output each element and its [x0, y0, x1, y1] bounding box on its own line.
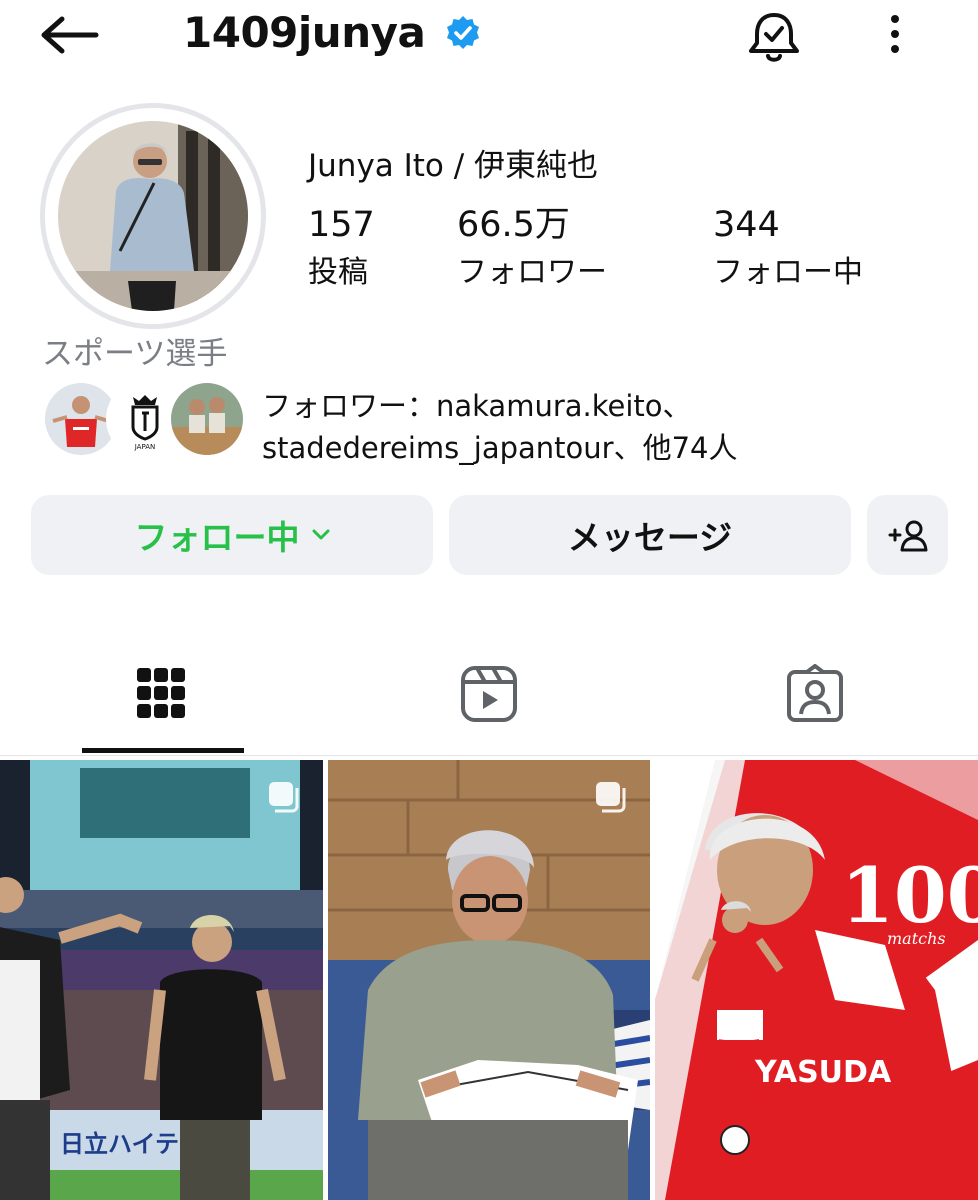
post-thumbnail[interactable]	[328, 760, 650, 1200]
posts-count-value: 157	[308, 205, 375, 245]
more-options-icon[interactable]	[880, 10, 910, 60]
profile-avatar[interactable]	[58, 121, 248, 311]
mutual-followers-line-1: フォロワー：nakamura.keito、	[262, 389, 692, 423]
mutual-followers-text[interactable]: フォロワー：nakamura.keito、 stadedereims_japan…	[262, 385, 962, 469]
following-count-value: 344	[713, 205, 780, 245]
followers-count-value: 66.5万	[457, 205, 570, 245]
following-button-label: フォロー中	[134, 518, 300, 557]
grid-icon	[134, 668, 188, 728]
profile-username: 1409junya	[183, 8, 426, 57]
top-bar: 1409junya	[0, 0, 978, 80]
message-button-label: メッセージ	[567, 518, 733, 557]
posts-count-label: 投稿	[308, 255, 368, 290]
tab-reels[interactable]	[459, 664, 519, 724]
reels-icon	[459, 666, 519, 728]
svg-text:JAPAN: JAPAN	[134, 443, 156, 451]
following-button[interactable]: フォロー中	[31, 495, 433, 575]
post-thumbnail[interactable]: 100 matchs YASUDA	[655, 760, 978, 1200]
svg-text:matchs: matchs	[887, 929, 946, 948]
svg-text:100: 100	[841, 851, 978, 940]
mutual-avatar	[168, 380, 246, 458]
following-count-label: フォロー中	[713, 255, 863, 290]
add-person-icon	[886, 517, 930, 553]
multi-photo-icon	[592, 778, 628, 814]
mutual-followers-line-2: stadedereims_japantour、他74人	[262, 431, 738, 465]
tagged-person-icon	[785, 664, 845, 728]
notification-bell-icon[interactable]	[744, 10, 804, 64]
tab-posts[interactable]	[134, 664, 194, 724]
mutual-followers-avatars[interactable]: JAPAN	[42, 380, 246, 460]
add-person-button[interactable]	[867, 495, 948, 575]
svg-text:YASUDA: YASUDA	[754, 1055, 892, 1090]
following-count[interactable]: 344 フォロー中	[713, 202, 863, 298]
posts-count[interactable]: 157 投稿	[308, 202, 375, 298]
tab-tagged[interactable]	[785, 664, 845, 724]
post-thumbnail[interactable]: 日立ハイテク	[0, 760, 323, 1200]
posts-grid: 日立ハイテク 100 matchs YASUDA	[0, 760, 978, 1200]
profile-tabs	[0, 640, 978, 756]
active-tab-indicator	[82, 748, 244, 753]
profile-full-name: Junya Ito / 伊東純也	[308, 148, 599, 184]
message-button[interactable]: メッセージ	[449, 495, 851, 575]
profile-category: スポーツ選手	[42, 336, 228, 372]
multi-photo-icon	[265, 778, 301, 814]
followers-count-label: フォロワー	[457, 255, 607, 290]
followers-count[interactable]: 66.5万 フォロワー	[457, 202, 607, 298]
back-arrow-icon[interactable]	[38, 10, 104, 60]
verified-badge-icon	[444, 14, 482, 52]
chevron-down-icon	[312, 529, 330, 541]
